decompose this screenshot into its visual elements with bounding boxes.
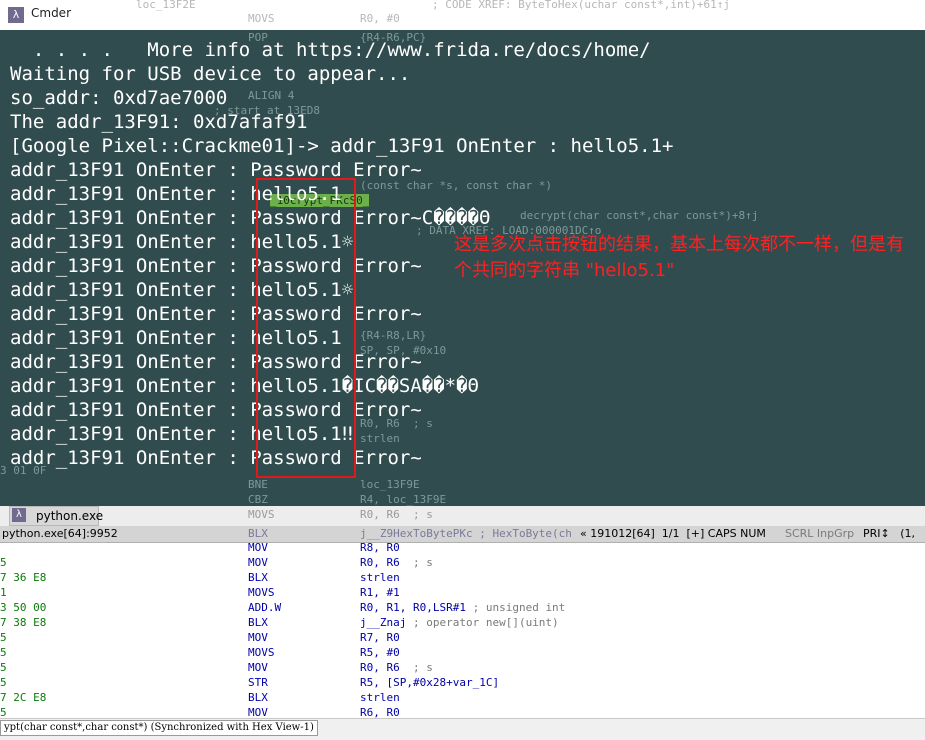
ida-ghost-comment: ; CODE XREF: ByteToHex(uchar const*,int)…: [432, 0, 731, 11]
ida-operands[interactable]: strlen: [360, 570, 400, 585]
status-tail: PRI↕ (1,: [863, 527, 916, 540]
console-line: addr_13F91 OnEnter : Password Error~: [10, 447, 422, 469]
ida-comment: ; operator new[](uint): [406, 616, 559, 629]
ida-ghost-label: loc_13F2E: [136, 0, 196, 11]
ida-mnemonic[interactable]: MOV: [248, 555, 268, 570]
ida-operand-text: strlen: [360, 691, 400, 704]
ghost-xref: decrypt(char const*,char const*)+8↑j: [520, 209, 759, 222]
ida-operand-text: R7, R0: [360, 631, 400, 644]
console-line: The addr_13F91: 0xd7afaf91: [10, 111, 308, 133]
console-line: . . . . More info at https://www.frida.r…: [10, 39, 651, 61]
status-process: python.exe[64]:9952: [2, 527, 118, 540]
ida-mnemonic[interactable]: BLX: [248, 570, 268, 585]
ida-operands[interactable]: R0, R6 ; s: [360, 660, 433, 675]
ida-mnemonic[interactable]: BLX: [248, 615, 268, 630]
ida-hex-bytes: 5: [0, 556, 7, 569]
ghost-blx-status: BLX: [248, 527, 268, 540]
console-line: addr_13F91 OnEnter : Password Error~: [10, 351, 422, 373]
ida-operand-text: R5, #0: [360, 646, 400, 659]
ida-hex-bytes: 3 50 00: [0, 601, 47, 614]
ida-operand-text: R5, [SP,#0x28+var_1C]: [360, 676, 500, 689]
ida-mnemonic[interactable]: BLX: [248, 690, 268, 705]
ida-operand-text: j__Znaj: [360, 616, 407, 629]
ida-function-signature[interactable]: ypt(char const*,char const*) (Synchroniz…: [0, 720, 318, 736]
console-line: addr_13F91 OnEnter : hello5.1�IC��SA��*�…: [10, 375, 479, 397]
ghost-cbz: CBZ: [248, 493, 268, 506]
ida-operand-text: R0, R6: [360, 661, 400, 674]
ida-operands[interactable]: R5, #0: [360, 645, 400, 660]
ida-operand-text: R0, R6: [360, 556, 400, 569]
ida-operands[interactable]: R5, [SP,#0x28+var_1C]: [360, 675, 499, 690]
ida-operands[interactable]: R0, R1, R0,LSR#1 ; unsigned int: [360, 600, 565, 615]
ida-comment: ; s: [399, 556, 433, 569]
ghost-bne-ops: loc_13F9E: [360, 478, 420, 491]
ghost-blx-ops-status: j__Z9HexToBytePKc ; HexToByte(ch: [360, 527, 572, 540]
ida-operand-text: strlen: [360, 571, 400, 584]
highlight-box: [256, 178, 356, 478]
cmder-tab-bar: [0, 506, 925, 526]
ida-operands[interactable]: strlen: [360, 690, 400, 705]
ghost-push-ops: {R4-R8,LR}: [360, 329, 427, 342]
console-line: addr_13F91 OnEnter : Password Error~: [10, 255, 422, 277]
window-title: Cmder: [31, 6, 72, 20]
status-info: « 191012[64] 1/1 [+] CAPS NUM: [580, 527, 766, 540]
ida-mnemonic[interactable]: STR: [248, 675, 268, 690]
lambda-icon: λ: [8, 7, 24, 23]
console-line: addr_13F91 OnEnter : Password Error~: [10, 399, 422, 421]
ida-mnemonic[interactable]: MOVS: [248, 585, 275, 600]
status-dim: SCRL InpGrp: [785, 527, 855, 540]
ida-mnemonic[interactable]: MOV: [248, 630, 268, 645]
ida-mnemonic[interactable]: MOV: [248, 660, 268, 675]
annotation-text: 这是多次点击按钮的结果，基本上每次都不一样，但是有个共同的字符串 "hello5…: [454, 234, 904, 281]
ida-operands[interactable]: R1, #1: [360, 585, 400, 600]
ida-operands[interactable]: j__Znaj ; operator new[](uint): [360, 615, 559, 630]
ghost-align: ALIGN 4: [248, 89, 295, 102]
tab-label: python.exe: [36, 509, 104, 523]
console-line: addr_13F91 OnEnter : Password Error~C���…: [10, 207, 491, 229]
lambda-tab-icon: λ: [12, 508, 26, 522]
ida-hex-bytes: 1: [0, 586, 7, 599]
ida-hex-bytes: 5: [0, 661, 7, 674]
ida-comment: ; unsigned int: [465, 601, 566, 614]
ghost-strlen: strlen: [360, 432, 400, 445]
ghost-movs-ops-tab: R0, R6 ; s: [360, 508, 433, 521]
ida-mnemonic[interactable]: MOVS: [248, 645, 275, 660]
console-line: so_addr: 0xd7ae7000: [10, 87, 228, 109]
ida-hex-bytes: 7 36 E8: [0, 571, 47, 584]
ida-operands[interactable]: R0, R6 ; s: [360, 555, 433, 570]
ida-operand-text: R0, R1, R0,LSR#1: [360, 601, 466, 614]
ida-operands[interactable]: R7, R0: [360, 630, 400, 645]
ida-hex-bytes: 5: [0, 631, 7, 644]
ida-ghost-operand: R0, #0: [360, 12, 400, 25]
ida-operand-text: R1, #1: [360, 586, 400, 599]
console-line: Waiting for USB device to appear...: [10, 63, 411, 85]
console-line: addr_13F91 OnEnter : Password Error~: [10, 159, 422, 181]
ghost-movs-tab: MOVS: [248, 508, 275, 521]
ida-comment: ; s: [399, 661, 433, 674]
ida-hex-bytes: 5: [0, 646, 7, 659]
ida-hex-bytes: 7 2C E8: [0, 691, 47, 704]
console-line: addr_13F91 OnEnter : Password Error~: [10, 303, 422, 325]
ida-hex-bytes: 7 38 E8: [0, 616, 47, 629]
ida-mnemonic[interactable]: ADD.W: [248, 600, 281, 615]
ghost-bne: BNE: [248, 478, 268, 491]
ida-ghost-mnemonic: MOVS: [248, 12, 275, 25]
ghost-cbz-ops: R4, loc_13F9E: [360, 493, 447, 506]
ida-hex-bytes: 5: [0, 676, 7, 689]
console-line: [Google Pixel::Crackme01]-> addr_13F91 O…: [10, 135, 674, 157]
